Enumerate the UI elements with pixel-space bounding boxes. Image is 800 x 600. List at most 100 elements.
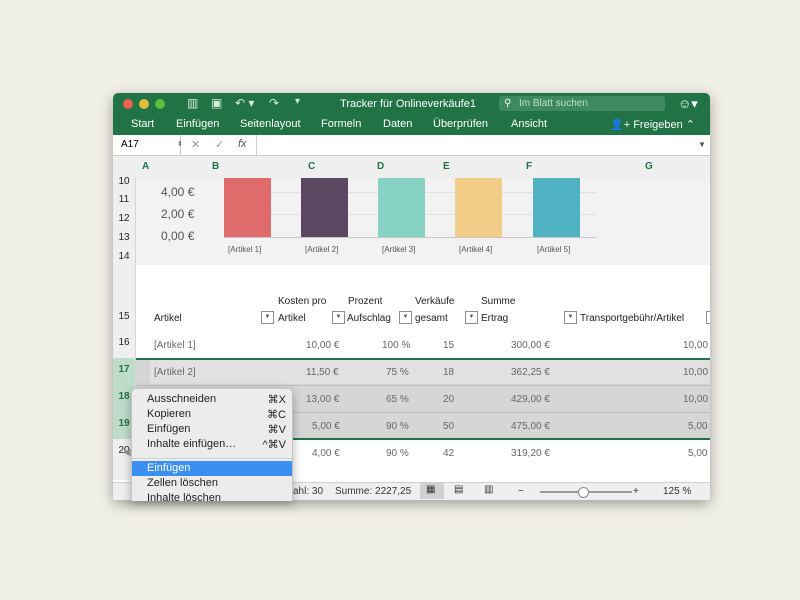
cell-transport-3[interactable]: 10,00 — [683, 394, 708, 405]
chart-bar-5[interactable] — [533, 178, 580, 237]
cell-summe-1[interactable]: 300,00 € — [511, 340, 550, 351]
col-header-d[interactable]: D — [377, 161, 384, 172]
menu-item-einfuegen-insert[interactable]: Einfügen — [132, 461, 292, 476]
cell-summe-2[interactable]: 362,25 € — [511, 367, 550, 378]
tab-einfuegen[interactable]: Einfügen — [176, 118, 219, 130]
zoom-in-icon[interactable]: + — [633, 486, 639, 497]
sheet-search-input[interactable]: ⚲ Im Blatt suchen — [499, 96, 665, 111]
redo-icon[interactable]: ↷ — [269, 96, 279, 110]
zoom-out-icon[interactable]: − — [518, 486, 524, 497]
undo-icon[interactable]: ↶ ▾ — [235, 96, 254, 110]
chart-bar-3[interactable] — [378, 178, 425, 237]
filter-dropdown-artikel[interactable]: ▼ — [261, 311, 274, 324]
filter-dropdown-transport[interactable]: ▼ — [706, 311, 710, 324]
save-icon[interactable]: ▣ — [211, 96, 222, 110]
cancel-icon[interactable]: ✕ — [191, 138, 200, 151]
filter-dropdown-kosten[interactable]: ▼ — [332, 311, 345, 324]
col-header-e[interactable]: E — [443, 161, 450, 172]
row-header-14[interactable]: 14 — [113, 251, 135, 262]
menu-item-ausschneiden[interactable]: Ausschneiden ⌘X — [132, 392, 292, 407]
cell-verkaeufe-5[interactable]: 42 — [443, 448, 454, 459]
zoom-window-button[interactable] — [155, 99, 165, 109]
y-tick-label-2: 2,00 € — [161, 207, 195, 221]
menu-item-zellen-loeschen[interactable]: Zellen löschen — [132, 476, 292, 491]
row-header-15[interactable]: 15 — [113, 311, 135, 322]
col-header-b[interactable]: B — [212, 161, 219, 172]
minimize-window-button[interactable] — [139, 99, 149, 109]
cell-prozent-4[interactable]: 90 % — [386, 421, 409, 432]
filter-dropdown-prozent[interactable]: ▼ — [399, 311, 412, 324]
col-header-c[interactable]: C — [308, 161, 315, 172]
expand-formula-icon[interactable]: ▼ — [698, 140, 706, 149]
close-window-button[interactable] — [123, 99, 133, 109]
shortcut-copy: ⌘C — [267, 409, 286, 421]
cell-verkaeufe-4[interactable]: 50 — [443, 421, 454, 432]
tab-ueberpruefen[interactable]: Überprüfen — [433, 118, 488, 130]
chart-bar-4[interactable] — [455, 178, 502, 237]
cell-transport-4[interactable]: 5,00 — [688, 421, 707, 432]
cell-artikel-1[interactable]: [Artikel 1] — [154, 340, 196, 351]
page-break-view-icon[interactable]: ▥ — [484, 484, 493, 495]
menu-item-inhalte-einfuegen[interactable]: Inhalte einfügen… ^⌘V — [132, 437, 292, 452]
share-button[interactable]: 👤+ Freigeben ⌃ — [610, 118, 695, 131]
cell-summe-4[interactable]: 475,00 € — [511, 421, 550, 432]
row-header-11[interactable]: 11 — [113, 194, 135, 205]
header-verkaeufe-line2: gesamt — [415, 313, 448, 324]
chart-bar-2[interactable] — [301, 178, 348, 237]
context-menu: Ausschneiden ⌘X Kopieren ⌘C Einfügen ⌘V … — [131, 388, 293, 501]
header-transport: Transportgebühr/Artikel — [580, 313, 685, 324]
menu-item-kopieren[interactable]: Kopieren ⌘C — [132, 407, 292, 422]
row-header-13[interactable]: 13 — [113, 232, 135, 243]
cell-kosten-5[interactable]: 4,00 € — [312, 448, 340, 459]
page-layout-view-icon[interactable]: ▤ — [454, 484, 463, 495]
chart-bar-1[interactable] — [224, 178, 271, 237]
stepper-icon[interactable]: ⬍ — [177, 135, 183, 155]
col-header-f[interactable]: F — [526, 161, 532, 172]
feedback-smiley-icon[interactable]: ☺▾ — [678, 96, 698, 112]
filter-dropdown-verkaeufe[interactable]: ▼ — [465, 311, 478, 324]
menu-item-inhalte-loeschen[interactable]: Inhalte löschen — [132, 491, 292, 501]
cell-verkaeufe-2[interactable]: 18 — [443, 367, 454, 378]
row-header-17[interactable]: 17 — [113, 364, 135, 375]
cell-transport-5[interactable]: 5,00 — [688, 448, 707, 459]
col-header-g[interactable]: G — [645, 161, 653, 172]
cell-kosten-2[interactable]: 11,50 € — [306, 367, 339, 378]
cell-kosten-4[interactable]: 5,00 € — [312, 421, 340, 432]
cell-kosten-1[interactable]: 10,00 € — [306, 340, 339, 351]
cell-verkaeufe-1[interactable]: 15 — [443, 340, 454, 351]
cell-transport-1[interactable]: 10,00 — [683, 340, 708, 351]
cell-transport-2[interactable]: 10,00 — [683, 367, 708, 378]
cell-kosten-3[interactable]: 13,00 € — [306, 394, 339, 405]
col-header-a[interactable]: A — [142, 161, 149, 172]
tab-start[interactable]: Start — [131, 118, 154, 130]
bar-chart[interactable]: 4,00 € 2,00 € 0,00 € [Artikel 1] [Artike… — [136, 178, 710, 265]
menu-label-zellen-loeschen: Zellen löschen — [147, 477, 218, 489]
customize-toolbar-icon[interactable]: ▾ — [295, 96, 300, 107]
cell-prozent-5[interactable]: 90 % — [386, 448, 409, 459]
cell-summe-3[interactable]: 429,00 € — [511, 394, 550, 405]
row-header-16[interactable]: 16 — [113, 337, 135, 348]
sidebar-toggle-icon[interactable]: ▥ — [187, 96, 198, 110]
cell-artikel-2[interactable]: [Artikel 2] — [154, 367, 196, 378]
row-header-12[interactable]: 12 — [113, 213, 135, 224]
cell-summe-5[interactable]: 319,20 € — [511, 448, 550, 459]
filter-dropdown-summe[interactable]: ▼ — [564, 311, 577, 324]
zoom-level[interactable]: 125 % — [663, 486, 691, 497]
tab-formeln[interactable]: Formeln — [321, 118, 361, 130]
confirm-icon[interactable]: ✓ — [215, 138, 224, 151]
tab-daten[interactable]: Daten — [383, 118, 412, 130]
name-box[interactable]: A17 ⬍ — [113, 135, 183, 155]
tab-seitenlayout[interactable]: Seitenlayout — [240, 118, 301, 130]
normal-view-icon[interactable]: ▦ — [426, 484, 435, 495]
cell-prozent-1[interactable]: 100 % — [382, 340, 410, 351]
zoom-slider-thumb[interactable] — [578, 487, 589, 498]
row-header-10[interactable]: 10 — [113, 176, 135, 187]
menu-item-einfuegen-paste[interactable]: Einfügen ⌘V — [132, 422, 292, 437]
x-label-artikel-1: [Artikel 1] — [228, 245, 262, 254]
function-icon[interactable]: fx — [238, 138, 247, 150]
cell-verkaeufe-3[interactable]: 20 — [443, 394, 454, 405]
header-summe-line1: Summe — [481, 296, 516, 307]
cell-prozent-2[interactable]: 75 % — [386, 367, 409, 378]
cell-prozent-3[interactable]: 65 % — [386, 394, 409, 405]
tab-ansicht[interactable]: Ansicht — [511, 118, 547, 130]
